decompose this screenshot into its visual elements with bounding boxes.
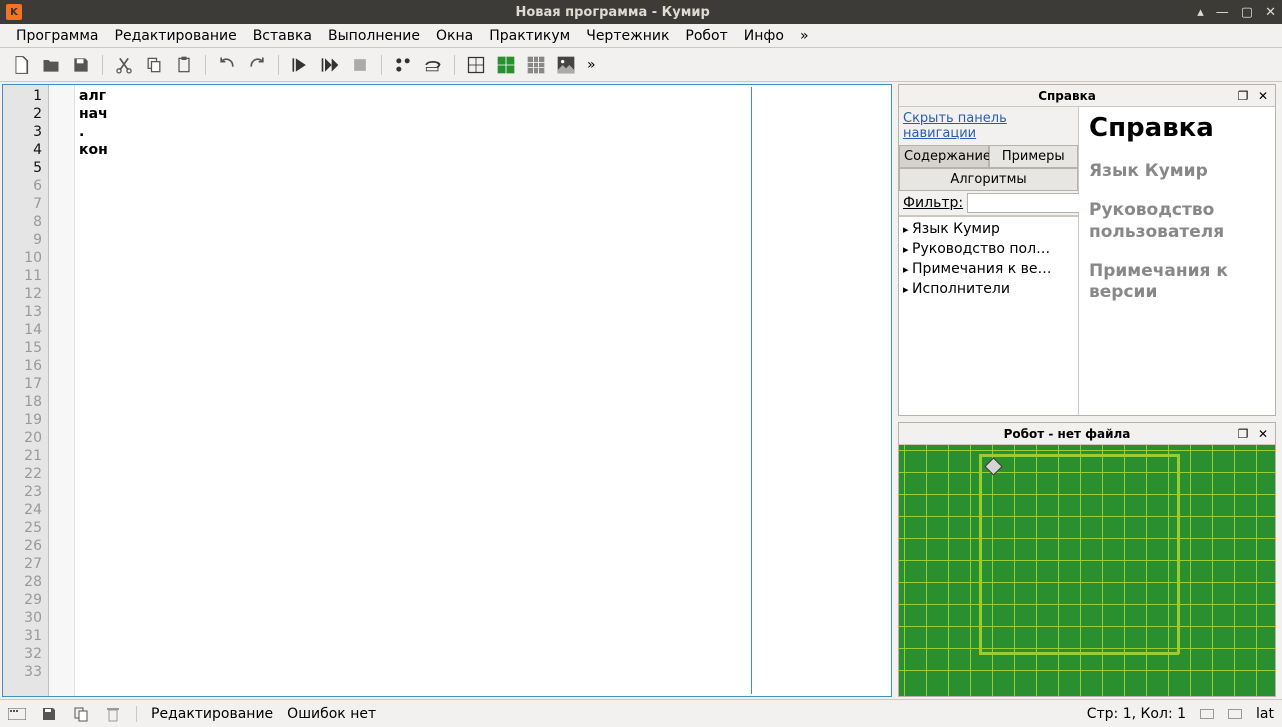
step-over-button[interactable] xyxy=(420,52,446,78)
code-editor[interactable]: алгнач.кон xyxy=(75,85,891,696)
stop-button[interactable] xyxy=(347,52,373,78)
code-line[interactable]: алг xyxy=(79,87,751,105)
tree-item[interactable]: Язык Кумир xyxy=(903,219,1074,239)
cut-button[interactable] xyxy=(111,52,137,78)
robot-window-button[interactable] xyxy=(493,52,519,78)
window-titlebar: K Новая программа - Кумир ▴ — ▢ ✕ xyxy=(0,0,1282,24)
code-line[interactable]: кон xyxy=(79,141,751,159)
kb-indicator-icon xyxy=(1200,709,1214,719)
restore-icon[interactable]: ❐ xyxy=(1235,88,1251,104)
menu-программа[interactable]: Программа xyxy=(8,26,107,46)
tree-item[interactable]: Исполнители xyxy=(903,279,1074,299)
trash-icon[interactable] xyxy=(104,705,122,723)
close-icon[interactable]: ✕ xyxy=(1255,88,1271,104)
redo-button[interactable] xyxy=(244,52,270,78)
open-file-button[interactable] xyxy=(38,52,64,78)
statusbar: Редактирование Ошибок нет Стр: 1, Кол: 1… xyxy=(0,699,1282,727)
filter-label: Фильтр: xyxy=(903,195,963,211)
step-button[interactable] xyxy=(317,52,343,78)
robot-canvas[interactable] xyxy=(899,445,1275,696)
undo-button[interactable] xyxy=(214,52,240,78)
window-title: Новая программа - Кумир xyxy=(28,5,1197,20)
close-icon[interactable]: ✕ xyxy=(1255,426,1271,442)
help-panel: Справка ❐ ✕ Скрыть панель навигации Соде… xyxy=(898,84,1276,416)
help-tab[interactable]: Примеры xyxy=(989,145,1079,168)
help-tree: Язык КумирРуководство пол…Примечания к в… xyxy=(899,216,1078,415)
copy-button[interactable] xyxy=(141,52,167,78)
menu-окна[interactable]: Окна xyxy=(428,26,481,46)
help-section-link[interactable]: Язык Кумир xyxy=(1089,161,1265,182)
menu-практикум[interactable]: Практикум xyxy=(481,26,578,46)
editor-mode-label: Редактирование xyxy=(151,706,273,722)
restore-icon[interactable]: ❐ xyxy=(1235,426,1251,442)
robot-panel-title: Робот - нет файла xyxy=(903,427,1231,441)
help-section-link[interactable]: Примечания к версии xyxy=(1089,261,1265,304)
menu-чертежник[interactable]: Чертежник xyxy=(578,26,677,46)
help-section-link[interactable]: Руководство пользователя xyxy=(1089,200,1265,243)
toolbar: » xyxy=(0,48,1282,82)
code-line[interactable]: . xyxy=(79,123,751,141)
close-icon[interactable]: ✕ xyxy=(1265,5,1276,20)
menu-инфо[interactable]: Инфо xyxy=(736,26,792,46)
help-tab[interactable]: Алгоритмы xyxy=(899,168,1078,191)
editor-right-pane xyxy=(752,87,887,694)
save-indicator-icon[interactable] xyxy=(40,705,58,723)
help-content-title: Справка xyxy=(1089,113,1265,143)
toolbar-overflow[interactable]: » xyxy=(583,57,600,73)
menubar: ПрограммаРедактированиеВставкаВыполнение… xyxy=(0,24,1282,48)
breakpoint-button[interactable] xyxy=(390,52,416,78)
save-file-button[interactable] xyxy=(68,52,94,78)
copy-indicator-icon[interactable] xyxy=(72,705,90,723)
paste-button[interactable] xyxy=(171,52,197,78)
help-tab[interactable]: Содержание xyxy=(899,145,989,168)
line-gutter: 1234567891011121314151617181920212223242… xyxy=(3,85,49,696)
window1-button[interactable] xyxy=(463,52,489,78)
hide-nav-link[interactable]: Скрыть панель навигации xyxy=(899,107,1078,145)
errors-label: Ошибок нет xyxy=(287,706,376,722)
run-button[interactable] xyxy=(287,52,313,78)
keyboard-layout-label: lat xyxy=(1256,706,1274,722)
keyboard-icon[interactable] xyxy=(8,705,26,723)
grid-window-button[interactable] xyxy=(523,52,549,78)
menu-вставка[interactable]: Вставка xyxy=(245,26,320,46)
kb-indicator-icon xyxy=(1228,709,1242,719)
help-content: Справка Язык Кумир Руководство пользовате… xyxy=(1079,107,1275,415)
robot-panel: Робот - нет файла ❐ ✕ xyxy=(898,422,1276,697)
tree-item[interactable]: Руководство пол… xyxy=(903,239,1074,259)
picture-window-button[interactable] xyxy=(553,52,579,78)
arrow-up-icon[interactable]: ▴ xyxy=(1197,5,1204,20)
menu-робот[interactable]: Робот xyxy=(677,26,735,46)
app-icon: K xyxy=(6,4,22,20)
editor-area: 1234567891011121314151617181920212223242… xyxy=(0,82,894,699)
help-nav: Скрыть панель навигации СодержаниеПример… xyxy=(899,107,1079,415)
help-panel-title: Справка xyxy=(903,89,1231,103)
minimize-icon[interactable]: — xyxy=(1216,5,1229,20)
cursor-position-label: Стр: 1, Кол: 1 xyxy=(1087,706,1186,722)
menu-»[interactable]: » xyxy=(792,26,817,46)
tree-item[interactable]: Примечания к ве… xyxy=(903,259,1074,279)
code-line[interactable] xyxy=(79,159,751,177)
menu-редактирование[interactable]: Редактирование xyxy=(107,26,245,46)
maximize-icon[interactable]: ▢ xyxy=(1241,5,1253,20)
menu-выполнение[interactable]: Выполнение xyxy=(320,26,428,46)
code-line[interactable]: нач xyxy=(79,105,751,123)
new-file-button[interactable] xyxy=(8,52,34,78)
editor-margin xyxy=(49,85,75,696)
